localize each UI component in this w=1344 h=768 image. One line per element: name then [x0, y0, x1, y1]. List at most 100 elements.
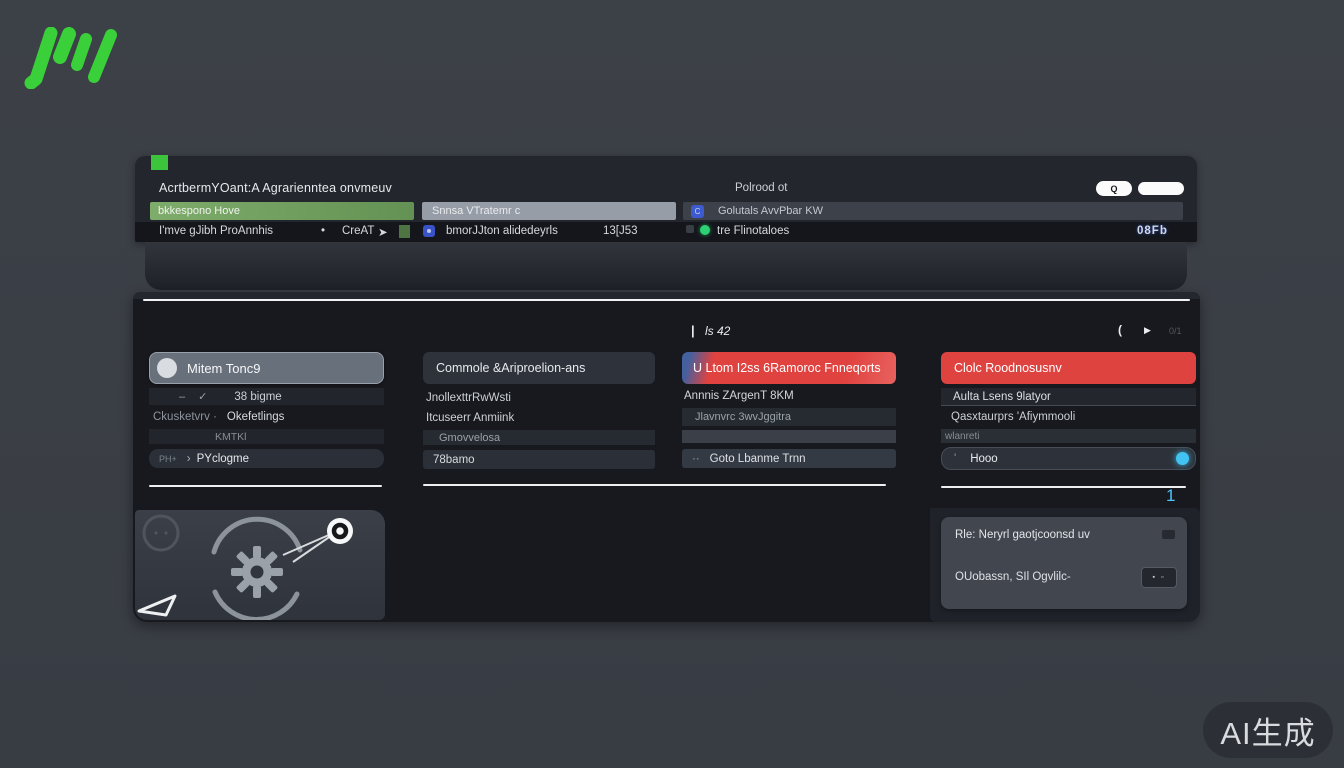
window-center-label: Polrood ot: [735, 182, 787, 194]
small-chip-icon: [1162, 530, 1175, 539]
page: AcrtbermYOant:A Agrarienntea onvmeuv Pol…: [0, 0, 1344, 768]
column-1-header[interactable]: Mitem Tonc9: [149, 352, 384, 384]
record-button[interactable]: [327, 518, 353, 544]
progress-bar-green[interactable]: bkkespono Hove: [150, 202, 414, 220]
list-item[interactable]: Jlavnvrc 3wvJggitra: [682, 408, 896, 426]
column-4-header-label: Clolc Roodnosusnv: [954, 361, 1062, 375]
account-icon: C: [691, 205, 704, 218]
account-label: Golutals AvvPbar KW: [718, 205, 823, 217]
create-button[interactable]: CreAT: [342, 225, 374, 237]
toggle-switch[interactable]: [1176, 452, 1189, 465]
send-arrow-icon[interactable]: ➤: [378, 225, 388, 239]
status-blue-value: 08Fb: [1137, 225, 1168, 237]
column-1: Mitem Tonc9 – ✓ 38 bigme Ckusketvrv · Ok…: [149, 352, 384, 492]
toolbar-window: AcrtbermYOant:A Agrarienntea onvmeuv Pol…: [135, 156, 1197, 242]
mini-button[interactable]: ▪ ▫: [1141, 567, 1177, 588]
progress-gray-label: Snnsa VTratemr c: [432, 205, 520, 217]
count-badge: 1: [1166, 486, 1175, 506]
faint-circle-icon: [144, 516, 178, 550]
cursor-triangle-icon: [139, 596, 175, 615]
list-item-label: Ckusketvrv ·: [153, 411, 217, 423]
status-bullet: •: [321, 225, 325, 237]
divider: [941, 486, 1186, 488]
list-item-label: Jlavnvrc 3wvJggitra: [695, 411, 791, 423]
toggle-row-prefix: ': [954, 453, 956, 465]
column-4-header[interactable]: Clolc Roodnosusnv: [941, 352, 1196, 384]
brand-logo-icon: [22, 27, 142, 89]
column-2-header[interactable]: Commole &Ariproelion-ans: [423, 352, 655, 384]
column-3: U Ltom I2ss 6Ramoroc Fnneqorts Annnis ZA…: [682, 352, 896, 492]
divider: [149, 485, 382, 487]
account-row[interactable]: C Golutals AvvPbar KW: [683, 202, 1183, 220]
chevron-icon: ›: [187, 453, 191, 465]
column-4: Clolc Roodnosusnv Aulta Lsens 9latyor Qa…: [941, 352, 1196, 492]
list-item-label-2: Okefetlings: [227, 411, 285, 423]
board-topline: [143, 299, 1190, 301]
window-title: AcrtbermYOant:A Agrarienntea onvmeuv: [159, 181, 392, 195]
list-item-label: Annnis ZArgenT 8KM: [684, 390, 794, 402]
pin-icon: Q: [1110, 184, 1117, 194]
green-chip-icon: [151, 155, 168, 170]
list-item[interactable]: Aulta Lsens 9latyor: [941, 388, 1196, 406]
list-item-label: Aulta Lsens 9latyor: [953, 391, 1051, 403]
info-row1-label: Rle: Neryrl gaotjcoonsd uv: [955, 529, 1090, 541]
list-item[interactable]: PH+ › PYclogme: [149, 449, 384, 468]
window-shadow-strip: [145, 242, 1187, 290]
list-item-label: wlanreti: [945, 431, 979, 442]
column-1-header-label: Mitem Tonc9: [187, 361, 260, 376]
info-row2-label: OUobassn, SIl Ogvlilc-: [955, 571, 1071, 583]
blank-pill-button[interactable]: [1138, 182, 1184, 195]
list-item-label: 38 bigme: [234, 391, 281, 403]
list-item-label: Goto Lbanme Trnn: [710, 453, 806, 465]
divider: [423, 484, 886, 486]
column-3-header-label: U Ltom I2ss 6Ramoroc Fnneqorts: [693, 361, 881, 375]
toggle-row-label: Hooo: [970, 453, 998, 465]
list-item-label: JnollexttrRwWsti: [426, 392, 511, 404]
status-bar: I'mve gJibh ProAnnhis • CreAT ➤ bmorJJto…: [135, 222, 1197, 242]
gear-icon: [231, 546, 283, 598]
list-item[interactable]: Ckusketvrv · Okefetlings: [149, 409, 384, 425]
info-card: Rle: Neryrl gaotjcoonsd uv OUobassn, SIl…: [941, 517, 1187, 609]
list-item-label: PYclogme: [197, 453, 249, 465]
dark-chip-icon: [686, 225, 694, 233]
gear-illustration: [135, 510, 385, 620]
list-item-label: Qasxtaurprs 'Afiymmooli: [951, 411, 1075, 423]
list-item[interactable]: ·· Goto Lbanme Trnn: [682, 449, 896, 468]
list-item[interactable]: KMTKl: [149, 429, 384, 444]
column-3-header[interactable]: U Ltom I2ss 6Ramoroc Fnneqorts: [682, 352, 896, 384]
blue-square-icon: [423, 225, 435, 237]
play-icon[interactable]: ▶: [1144, 325, 1151, 336]
list-item-prefix: PH+: [159, 454, 177, 464]
ellipsis-icon: ··: [692, 453, 700, 465]
list-item[interactable]: Itcuseerr Anmiink: [423, 410, 655, 426]
ai-watermark: AI生成: [1203, 702, 1333, 758]
check-icons: – ✓: [179, 390, 212, 403]
list-item[interactable]: Annnis ZArgenT 8KM: [682, 388, 896, 404]
list-item[interactable]: – ✓ 38 bigme: [149, 388, 384, 405]
pause-icon[interactable]: (: [1118, 323, 1122, 337]
progress-bar-gray[interactable]: Snnsa VTratemr c: [422, 202, 676, 220]
pin-button[interactable]: Q: [1096, 181, 1132, 196]
blue-square-dot: [427, 229, 431, 233]
gear-card: [135, 510, 385, 620]
board-panel: | ls 42 ( ▶ 0/1 Mitem Tonc9 – ✓ 38 bigme…: [133, 292, 1200, 622]
info-sub-panel: Rle: Neryrl gaotjcoonsd uv OUobassn, SIl…: [930, 508, 1200, 622]
status-right-label: tre Flinotaloes: [717, 225, 789, 237]
board-counter: 0/1: [1169, 326, 1182, 336]
column-2-header-label: Commole &Ariproelion-ans: [436, 361, 585, 375]
list-item[interactable]: Gmovvelosa: [423, 430, 655, 445]
board-header-label: ls 42: [705, 324, 730, 338]
list-item[interactable]: wlanreti: [941, 429, 1196, 443]
online-dot-icon: [700, 225, 710, 235]
list-item[interactable]: 78bamo: [423, 450, 655, 469]
text-cursor-icon: |: [691, 323, 695, 338]
status-left-label: I'mve gJibh ProAnnhis: [159, 225, 273, 237]
list-item-label: Itcuseerr Anmiink: [426, 412, 514, 424]
status-middle-label: bmorJJton alidedeyrls: [446, 225, 558, 237]
list-item-label: Gmovvelosa: [439, 432, 500, 444]
green-square-icon: [399, 225, 410, 238]
avatar: [157, 358, 177, 378]
list-item[interactable]: JnollexttrRwWsti: [423, 390, 655, 406]
toggle-row[interactable]: ' Hooo: [941, 447, 1196, 470]
list-item[interactable]: Qasxtaurprs 'Afiymmooli: [941, 409, 1196, 425]
